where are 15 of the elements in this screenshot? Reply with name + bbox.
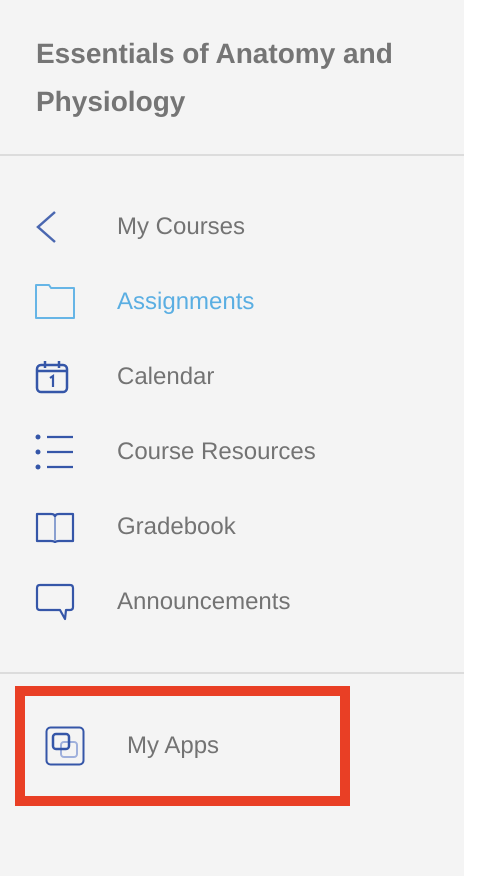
nav-link[interactable]: Announcements xyxy=(117,584,290,620)
back-icon xyxy=(35,210,57,244)
nav-link[interactable]: Calendar xyxy=(117,358,214,394)
list-icon xyxy=(35,434,73,470)
nav-link[interactable]: Gradebook xyxy=(117,508,236,544)
calendar-icon xyxy=(35,360,69,394)
nav-link[interactable]: Course Resources xyxy=(117,434,316,470)
nav-link[interactable]: My Courses xyxy=(117,208,246,244)
folder-icon xyxy=(35,283,75,320)
book-icon xyxy=(35,510,75,542)
course-title: Essentials of Anatomy and Physiology xyxy=(36,37,394,119)
apps-icon xyxy=(45,726,85,766)
speech-bubble-icon xyxy=(35,582,75,620)
nav-link[interactable]: Assignments xyxy=(117,284,254,320)
nav-link[interactable]: My Apps xyxy=(127,728,220,764)
